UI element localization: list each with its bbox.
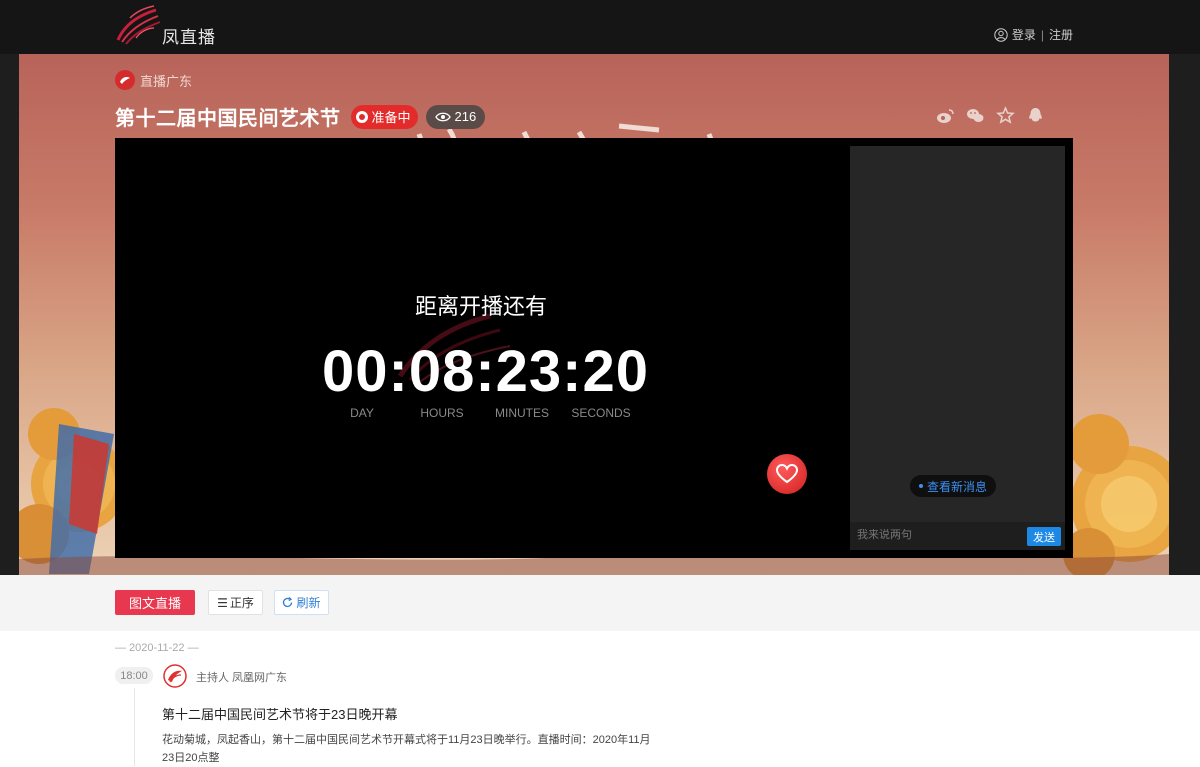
view-count-badge: 216	[425, 104, 486, 129]
live-title: 第十二届中国民间艺术节	[115, 108, 341, 130]
new-messages-button[interactable]: 查看新消息	[910, 475, 997, 497]
register-link[interactable]: 注册	[1049, 26, 1073, 43]
star-icon[interactable]	[996, 106, 1015, 125]
new-messages-label: 查看新消息	[927, 479, 988, 494]
wechat-icon[interactable]	[966, 106, 985, 125]
unit-hours: HOURS	[420, 406, 464, 420]
sort-label: 正序	[229, 596, 254, 610]
right-flower	[1063, 414, 1169, 575]
post-body: 花动菊城，凤起香山，第十二届中国民间艺术节开幕式将于11月23日晚举行。直播时间…	[162, 734, 651, 764]
like-button[interactable]	[767, 454, 807, 494]
unit-day: DAY	[350, 406, 374, 420]
broadcast-icon	[355, 110, 368, 123]
auth-links: 登录 | 注册	[994, 26, 1073, 43]
countdown-timer: 00:08:23:20	[322, 339, 649, 404]
chat-input-row: 发送	[850, 522, 1065, 550]
chat-input[interactable]	[857, 529, 999, 541]
feed-date: — 2020-11-22 —	[115, 642, 199, 654]
tab-image-text-live[interactable]: 图文直播	[115, 590, 195, 615]
post-title: 第十二届中国民间艺术节将于23日晚开幕	[162, 707, 398, 722]
video-player[interactable]: 距离开播还有 00:08:23:20 DAY HOURS MINUTES SEC…	[115, 138, 851, 558]
qq-icon[interactable]	[1026, 106, 1045, 125]
user-icon	[994, 27, 1008, 42]
new-messages-dot	[919, 484, 923, 488]
left-flower	[19, 408, 127, 574]
refresh-label: 刷新	[296, 596, 321, 610]
post-time: 18:00	[115, 667, 153, 684]
host-name[interactable]: 主持人 凤凰网广东	[196, 669, 287, 685]
sort-icon: ☰	[217, 595, 228, 610]
eye-icon	[434, 112, 451, 121]
top-navigation-bar: 凤直播 登录 | 注册	[0, 0, 1200, 54]
weibo-icon[interactable]	[936, 106, 955, 125]
timeline-line	[134, 688, 135, 766]
status-text: 准备中	[371, 110, 411, 125]
login-link[interactable]: 登录	[1012, 26, 1036, 43]
unit-minutes: MINUTES	[495, 406, 549, 420]
channel-label: 直播广东	[140, 73, 193, 89]
chat-panel: 查看新消息 发送	[850, 146, 1065, 550]
site-logo[interactable]: 凤直播	[114, 4, 224, 48]
channel-tag[interactable]: 直播广东	[115, 70, 192, 90]
sort-button[interactable]: ☰ 正序	[208, 590, 263, 615]
refresh-button[interactable]: 刷新	[274, 590, 329, 615]
host-avatar-icon	[163, 664, 187, 688]
logo-text: 凤直播	[162, 28, 216, 47]
refresh-icon	[283, 597, 293, 608]
heart-icon	[776, 464, 798, 484]
unit-seconds: SECONDS	[571, 406, 631, 420]
live-title-row: 第十二届中国民间艺术节 准备中 216	[115, 102, 486, 131]
channel-avatar-icon	[115, 70, 135, 90]
share-bar	[936, 106, 1045, 125]
content-tab-bar: 图文直播 ☰ 正序 刷新	[0, 575, 1200, 631]
countdown-label: 距离开播还有	[414, 294, 547, 319]
view-count: 216	[454, 109, 477, 124]
send-button[interactable]: 发送	[1027, 527, 1061, 546]
auth-separator: |	[1040, 27, 1044, 42]
status-badge: 准备中	[350, 104, 418, 129]
